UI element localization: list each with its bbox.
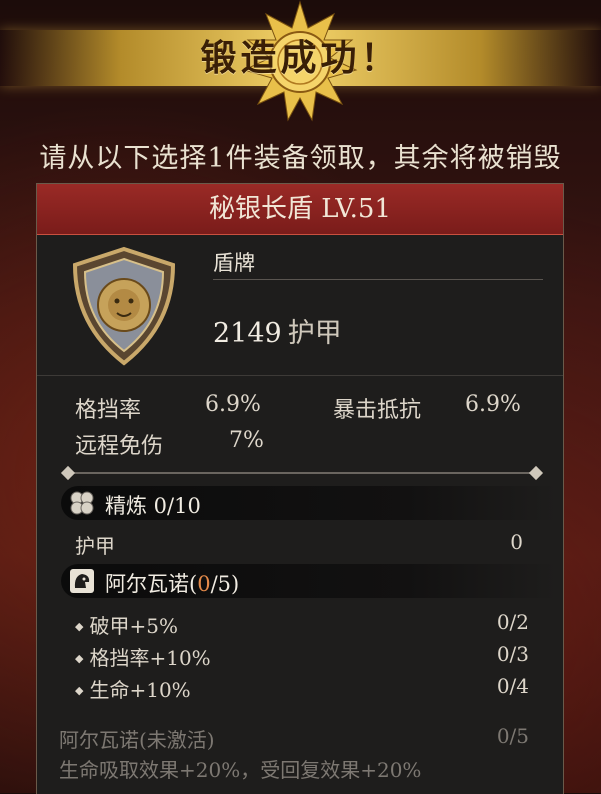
refine-row-label: 护甲 (75, 534, 115, 558)
set-inactive-label: 阿尔瓦诺(未激活) (59, 728, 215, 752)
set-title: 阿尔瓦诺(0/5) (105, 572, 240, 596)
forge-success-title: 锻造成功！ (200, 37, 401, 79)
armor-stat: 2149 护甲 (213, 311, 342, 350)
set-bonus-label: 格挡率+10% (75, 642, 210, 671)
set-bonus-label: 生命+10% (75, 674, 190, 703)
lion-head-icon (70, 569, 94, 593)
set-inactive-progress: 0/5 (496, 724, 529, 748)
item-stats: 格挡率 6.9% 暴击抵抗 6.9% 远程免伤 7% (37, 376, 563, 486)
armor-value: 2149 (213, 318, 282, 349)
set-bonus-label: 破甲+5% (75, 610, 178, 639)
set-inactive-desc-row: 生命吸取效果+20%，受回复效果+20% (37, 750, 563, 782)
set-bonus-progress: 0/2 (496, 610, 529, 634)
armor-unit: 护甲 (287, 318, 342, 349)
set-section-header: 阿尔瓦诺(0/5) (61, 564, 557, 598)
stat-label-block: 格挡率 (75, 398, 142, 423)
set-bonus-progress: 0/4 (496, 674, 529, 698)
stats-divider (60, 465, 544, 481)
set-bonus-progress: 0/3 (496, 642, 529, 666)
refine-row-value: 0 (510, 530, 523, 554)
item-summary: 盾牌 2149 护甲 (37, 235, 563, 376)
refine-section-header: 精炼 0/10 (61, 486, 557, 520)
set-inactive-description: 生命吸取效果+20%，受回复效果+20% (59, 758, 422, 782)
refine-title: 精炼 0/10 (105, 494, 201, 518)
set-bonus-item: 格挡率+10% 0/3 (37, 638, 563, 670)
item-card[interactable]: 秘银长盾 LV.51 盾牌 2149 护甲 格挡率 6.9% 暴击抵抗 6.9% … (36, 183, 564, 794)
stat-value-crit-resist: 6.9% (465, 392, 521, 417)
hexagon-cluster-icon (70, 491, 94, 515)
set-bonus-item: 生命+10% 0/4 (37, 670, 563, 702)
instruction-text: 请从以下选择1件装备领取，其余将被销毁 (39, 143, 562, 174)
type-divider (213, 279, 543, 280)
stat-value-ranged-reduction: 7% (229, 428, 264, 453)
refine-row: 护甲 0 (37, 520, 563, 564)
item-type: 盾牌 (213, 251, 255, 275)
shield-icon (72, 246, 176, 366)
stat-label-crit-resist: 暴击抵抗 (333, 398, 422, 423)
set-bonus-item: 破甲+5% 0/2 (37, 606, 563, 638)
item-name: 秘银长盾 LV.51 (37, 184, 563, 235)
stat-value-block: 6.9% (205, 392, 261, 417)
set-inactive-row: 阿尔瓦诺(未激活) 0/5 (37, 720, 563, 752)
set-count: 0 (197, 572, 211, 596)
stat-label-ranged-reduction: 远程免伤 (75, 434, 164, 459)
